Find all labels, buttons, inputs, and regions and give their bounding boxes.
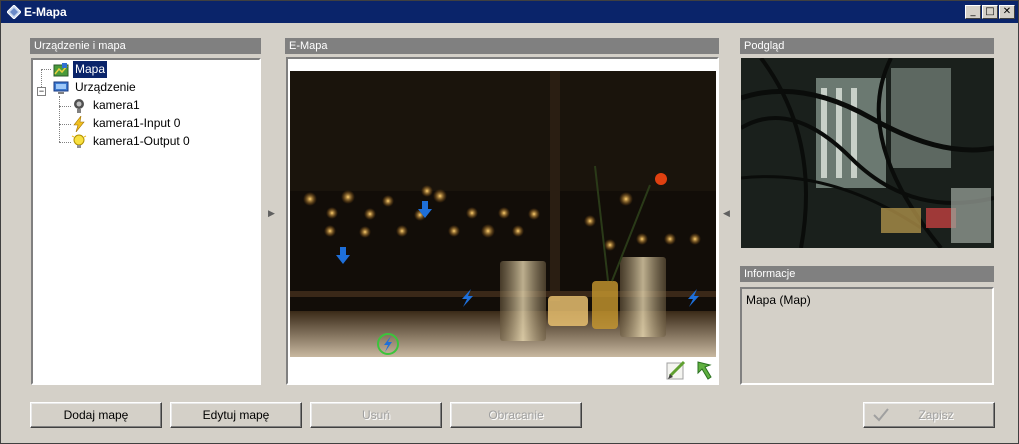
emap-window: E-Mapa _ □ ✕ Urządzenie i mapa − Mapa Ur… bbox=[0, 0, 1019, 444]
camera-marker-icon[interactable] bbox=[336, 247, 350, 265]
map-photo bbox=[290, 71, 716, 357]
close-button[interactable]: ✕ bbox=[999, 5, 1015, 19]
tree-item-label: kamera1 bbox=[93, 98, 140, 112]
flower bbox=[655, 173, 667, 185]
vase bbox=[592, 281, 618, 329]
glass-left bbox=[500, 261, 546, 341]
tree-line bbox=[59, 124, 71, 125]
glass-right bbox=[620, 257, 666, 337]
tree-item-label: kamera1-Output 0 bbox=[93, 134, 190, 148]
save-button-label: Zapisz bbox=[918, 408, 954, 422]
input-marker-icon[interactable] bbox=[685, 289, 701, 307]
camera-preview bbox=[741, 58, 994, 248]
tree-item-label: Urządzenie bbox=[75, 80, 136, 94]
preview-panel-header: Podgląd bbox=[740, 38, 994, 54]
input-marker-icon[interactable] bbox=[459, 289, 475, 307]
device-panel-header: Urządzenie i mapa bbox=[30, 38, 261, 54]
map-icon bbox=[53, 63, 69, 77]
preview-image bbox=[741, 58, 994, 248]
add-map-button[interactable]: Dodaj mapę bbox=[30, 402, 162, 428]
info-box: Mapa (Map) bbox=[740, 287, 994, 385]
computer-icon bbox=[53, 81, 69, 94]
tree-line bbox=[41, 69, 42, 87]
maximize-button[interactable]: □ bbox=[982, 5, 998, 19]
delete-button[interactable]: Usuń bbox=[310, 402, 442, 428]
tree-line bbox=[59, 96, 60, 142]
tree-line bbox=[59, 142, 71, 143]
tree-item-label: kamera1-Input 0 bbox=[93, 116, 181, 130]
title-bar[interactable]: E-Mapa _ □ ✕ bbox=[1, 1, 1018, 23]
lightning-icon bbox=[73, 116, 85, 132]
minimize-button[interactable]: _ bbox=[965, 5, 981, 19]
map-panel-header: E-Mapa bbox=[285, 38, 719, 54]
camera-icon bbox=[74, 99, 84, 113]
collapse-left-arrow-icon[interactable]: ▶ bbox=[268, 209, 275, 219]
collapse-right-arrow-icon[interactable]: ◀ bbox=[723, 209, 730, 219]
tree-item-label: Mapa bbox=[73, 61, 108, 78]
save-button[interactable]: Zapisz bbox=[863, 402, 995, 428]
edit-map-button[interactable]: Edytuj mapę bbox=[170, 402, 302, 428]
info-text: Mapa (Map) bbox=[746, 293, 811, 307]
window-title: E-Mapa bbox=[24, 5, 67, 19]
lightbulb-icon bbox=[71, 134, 87, 148]
candle bbox=[548, 296, 588, 326]
app-icon bbox=[7, 5, 21, 19]
rotate-button[interactable]: Obracanie bbox=[450, 402, 582, 428]
tree-line bbox=[41, 69, 51, 70]
map-canvas-frame[interactable] bbox=[286, 57, 719, 385]
tree-expander[interactable]: − bbox=[37, 87, 46, 96]
edit-icon[interactable] bbox=[665, 359, 687, 381]
info-panel-header: Informacje bbox=[740, 266, 994, 282]
map-image[interactable] bbox=[290, 71, 716, 357]
back-arrow-icon[interactable] bbox=[693, 359, 715, 381]
selected-marker-icon[interactable] bbox=[376, 332, 400, 356]
camera-marker-icon[interactable] bbox=[418, 201, 432, 219]
device-tree[interactable]: − Mapa Urządzenie kamera1 kamera1-Input … bbox=[31, 58, 261, 385]
tree-line bbox=[59, 106, 71, 107]
checkmark-icon bbox=[873, 408, 889, 422]
